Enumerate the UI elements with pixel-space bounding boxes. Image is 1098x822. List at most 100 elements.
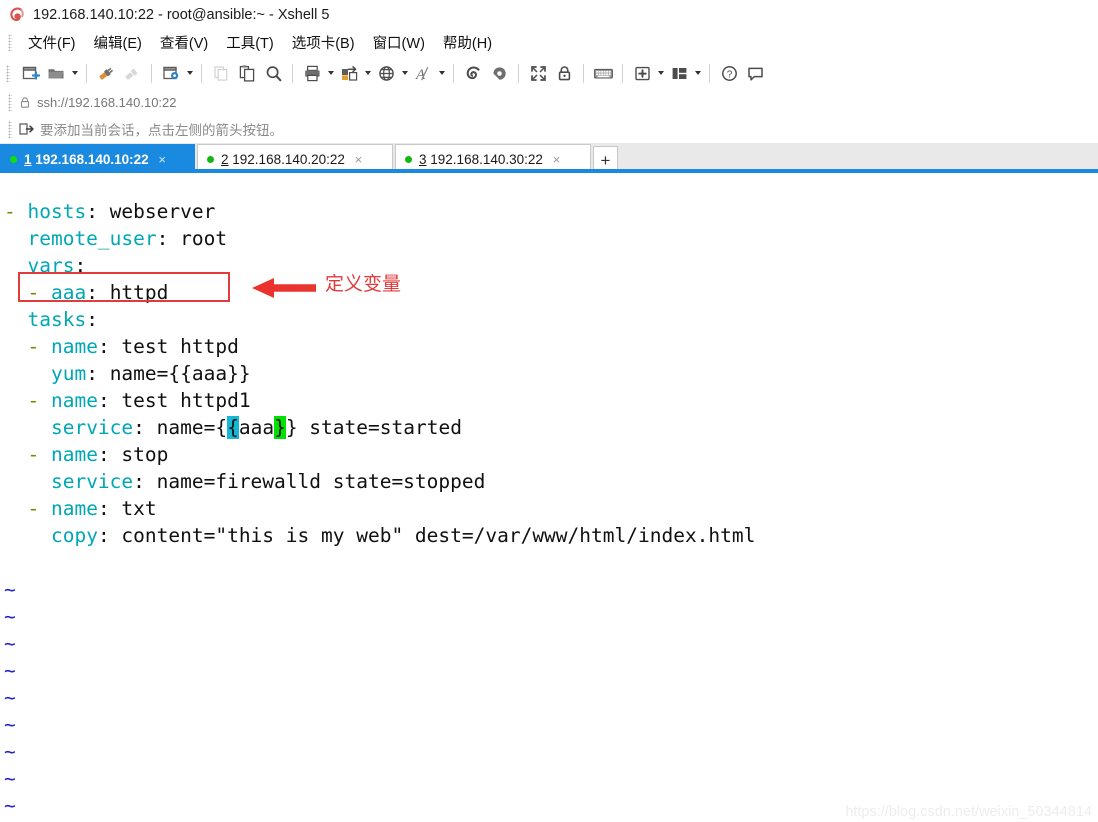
notice-bar: 要添加当前会话，点击左侧的箭头按钮。 <box>0 115 1098 143</box>
font-size-dropdown-caret[interactable] <box>436 60 447 86</box>
terminal-line: - name: stop <box>4 441 1098 468</box>
shell-green-icon[interactable] <box>460 60 486 86</box>
globe-web-icon[interactable] <box>373 60 399 86</box>
toolbar-separator <box>201 63 202 83</box>
terminal-span: : <box>97 497 122 520</box>
paste-icon[interactable] <box>234 60 260 86</box>
keyboard-icon[interactable] <box>590 60 616 86</box>
terminal-line: - name: txt <box>4 495 1098 522</box>
menu-help[interactable]: 帮助(H) <box>434 30 501 55</box>
lock-icon <box>19 96 31 109</box>
layout-arrange-dropdown-caret[interactable] <box>692 60 703 86</box>
terminal-screen[interactable]: - hosts: webserver remote_user: root var… <box>0 193 1098 822</box>
terminal-span: copy <box>50 524 98 547</box>
terminal-line: ~ <box>4 684 1098 711</box>
toolbar-separator <box>709 63 710 83</box>
watermark: https://blog.csdn.net/weixin_50344814 <box>845 804 1092 820</box>
terminal-line: tasks: <box>4 306 1098 333</box>
menu-window[interactable]: 窗口(W) <box>364 30 434 55</box>
add-session-arrow-icon[interactable] <box>19 122 34 136</box>
terminal-span: root <box>180 227 228 250</box>
terminal-span: ~ <box>4 740 16 763</box>
terminal-line: vars: <box>4 252 1098 279</box>
tab-number: 3 <box>419 151 427 167</box>
lock-icon[interactable] <box>551 60 577 86</box>
tab-label: 1 192.168.140.10:22 <box>24 152 149 167</box>
menu-edit[interactable]: 编辑(E) <box>85 30 151 55</box>
copy-icon <box>208 60 234 86</box>
terminal-span: txt <box>121 497 157 520</box>
address-url[interactable]: ssh://192.168.140.10:22 <box>37 95 177 110</box>
tab-strip: 1 192.168.140.10:22 × 2 192.168.140.20:2… <box>0 143 1098 173</box>
window-title: 192.168.140.10:22 - root@ansible:~ - Xsh… <box>33 6 330 23</box>
menu-tools[interactable]: 工具(T) <box>217 30 283 55</box>
print-dropdown-caret[interactable] <box>325 60 336 86</box>
terminal-span: content="this is my web" dest=/var/www/h… <box>121 524 756 547</box>
open-folder-icon[interactable] <box>43 60 69 86</box>
new-session-icon[interactable] <box>17 60 43 86</box>
address-bar-drag-grip[interactable] <box>8 94 12 111</box>
disconnect-plug-icon <box>119 60 145 86</box>
menu-view[interactable]: 查看(V) <box>151 30 217 55</box>
terminal-span: ~ <box>4 659 16 682</box>
tab-close-icon[interactable]: × <box>157 153 168 166</box>
add-panel-icon[interactable] <box>629 60 655 86</box>
toolbar-separator <box>453 63 454 83</box>
terminal-line: yum: name={{aaa}} <box>4 360 1098 387</box>
globe-web-dropdown-caret[interactable] <box>399 60 410 86</box>
terminal-line: service: name={{aaa}} state=started <box>4 414 1098 441</box>
terminal-line: - aaa: httpd <box>4 279 1098 306</box>
tab-host: 192.168.140.20:22 <box>232 151 345 167</box>
toolbar-drag-grip[interactable] <box>6 64 10 82</box>
open-folder-dropdown-caret[interactable] <box>69 60 80 86</box>
terminal-span: : <box>86 281 110 304</box>
connect-plug-icon[interactable] <box>93 60 119 86</box>
terminal-span: hosts <box>27 200 87 223</box>
chat-bubble-icon[interactable] <box>742 60 768 86</box>
terminal-line: ~ <box>4 711 1098 738</box>
file-transfer-icon[interactable] <box>336 60 362 86</box>
file-transfer-dropdown-caret[interactable] <box>362 60 373 86</box>
layout-arrange-icon[interactable] <box>666 60 692 86</box>
toolbar-separator <box>583 63 584 83</box>
add-panel-dropdown-caret[interactable] <box>655 60 666 86</box>
tab-status-dot <box>10 155 17 163</box>
toolbar-separator <box>622 63 623 83</box>
terminal-span: ~ <box>4 713 16 736</box>
terminal-span: service <box>50 470 134 493</box>
terminal-span: name=firewalld state=stopped <box>156 470 486 493</box>
print-icon[interactable] <box>299 60 325 86</box>
find-search-icon[interactable] <box>260 60 286 86</box>
terminal-span <box>4 254 27 277</box>
terminal-span <box>4 308 27 331</box>
session-properties-gear-icon[interactable] <box>158 60 184 86</box>
terminal-span <box>4 470 51 493</box>
shell-grey-icon[interactable] <box>486 60 512 86</box>
fullscreen-icon[interactable] <box>525 60 551 86</box>
menu-tabs[interactable]: 选项卡(B) <box>283 30 364 55</box>
menu-file[interactable]: 文件(F) <box>19 30 85 55</box>
terminal-span: : <box>97 335 122 358</box>
terminal-line: - name: test httpd <box>4 333 1098 360</box>
terminal-span: : <box>97 524 122 547</box>
terminal-span: service <box>50 416 134 439</box>
xshell-window: 192.168.140.10:22 - root@ansible:~ - Xsh… <box>0 0 1098 822</box>
notice-bar-drag-grip[interactable] <box>8 120 12 138</box>
address-bar[interactable]: ssh://192.168.140.10:22 <box>0 90 1098 115</box>
tab-close-icon[interactable]: × <box>353 153 364 166</box>
terminal-span: aaa <box>238 416 275 439</box>
terminal-span: - <box>4 281 51 304</box>
tab-strip-underline <box>0 169 1098 173</box>
tab-close-icon[interactable]: × <box>551 153 562 166</box>
toolbar-separator <box>518 63 519 83</box>
font-size-icon[interactable]: A <box>410 60 436 86</box>
menu-drag-grip[interactable] <box>8 34 12 51</box>
terminal-span: - <box>4 335 51 358</box>
help-question-icon[interactable]: ? <box>716 60 742 86</box>
session-properties-dropdown-caret[interactable] <box>184 60 195 86</box>
terminal-span: stop <box>121 443 169 466</box>
terminal-line: ~ <box>4 738 1098 765</box>
terminal-span: name={ <box>156 416 228 439</box>
terminal-span: - <box>4 200 28 223</box>
